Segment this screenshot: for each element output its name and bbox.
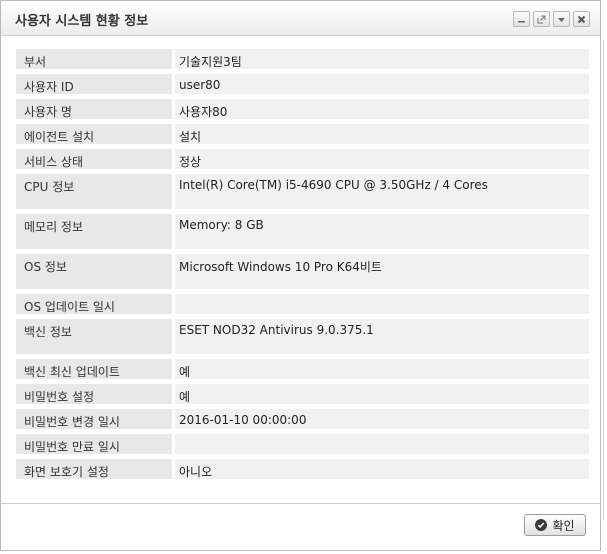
table-row: OS 정보 Microsoft Windows 10 Pro K64비트 [16,254,589,289]
window-controls [513,11,590,27]
table-row: 서비스 상태 정상 [16,149,589,169]
row-label: 부서 [16,49,172,69]
table-row: 사용자 명 사용자80 [16,99,589,119]
row-label: 에이전트 설치 [16,124,172,144]
table-row: CPU 정보 Intel(R) Core(TM) i5-4690 CPU @ 3.… [16,174,589,209]
row-label: 서비스 상태 [16,149,172,169]
footer-divider [1,503,600,504]
row-value: Intel(R) Core(TM) i5-4690 CPU @ 3.50GHz … [175,174,589,209]
row-label: 사용자 ID [16,74,172,94]
row-label: 화면 보호기 설정 [16,459,172,479]
row-value: 설치 [175,124,589,144]
row-value: 2016-01-10 00:00:00 [175,409,589,429]
table-row: 백신 최신 업데이트 예 [16,359,589,379]
row-value: 정상 [175,149,589,169]
row-label: 비밀번호 설정 [16,384,172,404]
row-value: Microsoft Windows 10 Pro K64비트 [175,254,589,289]
row-label: 비밀번호 만료 일시 [16,434,172,454]
row-value: 사용자80 [175,99,589,119]
row-value: 기술지원3팀 [175,49,589,69]
row-label: CPU 정보 [16,174,172,209]
row-value: ESET NOD32 Antivirus 9.0.375.1 [175,319,589,354]
table-row: 비밀번호 설정 예 [16,384,589,404]
table-row: 비밀번호 만료 일시 [16,434,589,454]
table-row: 에이전트 설치 설치 [16,124,589,144]
dialog-titlebar[interactable]: 사용자 시스템 현황 정보 [1,1,600,36]
row-value: 예 [175,384,589,404]
row-label: 비밀번호 변경 일시 [16,409,172,429]
chevron-down-icon[interactable] [553,11,570,27]
row-label: 메모리 정보 [16,214,172,249]
table-row: 화면 보호기 설정 아니오 [16,459,589,479]
row-label: OS 업데이트 일시 [16,294,172,314]
ok-button[interactable]: 확인 [524,514,586,536]
system-info-dialog: 사용자 시스템 현황 정보 부서 기술지원3팀 사용자 ID user80 사용자 명사… [0,0,601,551]
row-value: user80 [175,74,589,94]
check-circle-icon [535,519,548,531]
row-label: 백신 최신 업데이트 [16,359,172,379]
dialog-title: 사용자 시스템 현황 정보 [15,14,149,29]
table-row: 백신 정보 ESET NOD32 Antivirus 9.0.375.1 [16,319,589,354]
table-row: 비밀번호 변경 일시 2016-01-10 00:00:00 [16,409,589,429]
row-value: Memory: 8 GB [175,214,589,249]
row-value: 예 [175,359,589,379]
row-label: 백신 정보 [16,319,172,354]
close-icon[interactable] [573,11,590,27]
table-row: 메모리 정보 Memory: 8 GB [16,214,589,249]
table-row: OS 업데이트 일시 [16,294,589,314]
popout-icon[interactable] [533,11,550,27]
table-row: 사용자 ID user80 [16,74,589,94]
row-value: 아니오 [175,459,589,479]
row-label: 사용자 명 [16,99,172,119]
minimize-icon[interactable] [513,11,530,27]
scrollbar[interactable] [601,0,607,554]
row-value [175,434,589,454]
row-value [175,294,589,314]
ok-button-label: 확인 [552,518,575,533]
table-row: 부서 기술지원3팀 [16,49,589,69]
row-label: OS 정보 [16,254,172,289]
